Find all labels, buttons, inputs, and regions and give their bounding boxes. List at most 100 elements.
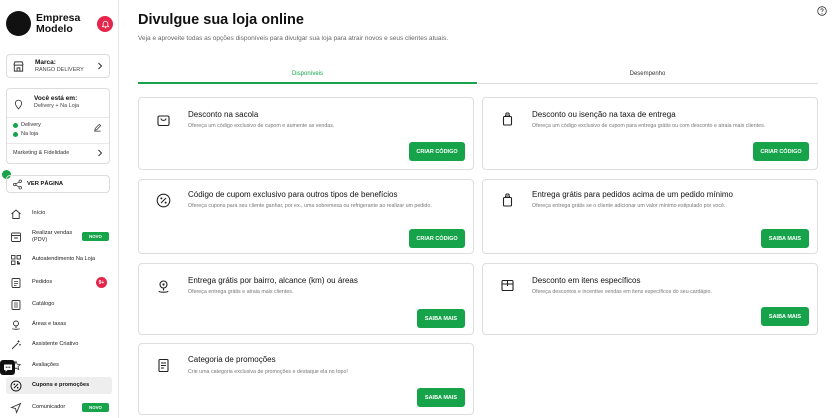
promo-desc: Ofereça um código exclusivo de cupom e a… — [188, 123, 335, 129]
location-icon — [14, 99, 23, 110]
store-selector[interactable]: Marca: RANGO DELIVERY — [6, 54, 110, 78]
promo-card-itens-especificos: Desconto em itens específicos Ofereça de… — [482, 263, 818, 335]
location-label: Você está em: — [34, 95, 78, 102]
nav-item-cupons[interactable]: Cupons e promoções — [6, 377, 112, 394]
marketing-link[interactable]: Marketing & Fidelidade — [13, 150, 69, 156]
nav-label: Autoatendimento Na Loja — [32, 256, 96, 263]
notification-bell-icon[interactable] — [97, 16, 113, 32]
nav-item-avaliacoes[interactable]: Avaliações — [6, 357, 112, 374]
page-title: Divulgue sua loja online — [138, 12, 304, 28]
brand-name: Empresa Modelo — [36, 12, 81, 35]
create-code-button[interactable]: CRIAR CÓDIGO — [409, 229, 465, 248]
nav-item-areas[interactable]: Áreas e taxas — [6, 316, 112, 333]
status-dot — [13, 131, 18, 137]
nav-label: Realizar vendas (PDV) — [32, 230, 73, 243]
percent-badge-icon — [156, 193, 171, 208]
promo-desc: Ofereça um código exclusivo de cupom par… — [532, 123, 766, 129]
help-icon[interactable] — [817, 6, 827, 16]
percent-icon — [10, 380, 22, 391]
promo-title: Código de cupom exclusivo para outros ti… — [188, 190, 398, 199]
nav-label: Avaliações — [32, 362, 59, 369]
store-icon — [13, 61, 24, 72]
learn-more-button[interactable]: SAIBA MAIS — [761, 307, 809, 326]
nav-item-assistente[interactable]: Assistente Criativo — [6, 336, 112, 353]
pencil-icon[interactable] — [93, 123, 102, 132]
nav-label: Catálogo — [32, 301, 55, 308]
promo-card-cupom-exclusivo: Código de cupom exclusivo para outros ti… — [138, 179, 474, 254]
brand-logo — [6, 11, 31, 36]
tab-desempenho[interactable]: Desempenho — [478, 66, 817, 84]
chevron-right-icon — [98, 62, 103, 70]
orders-icon — [11, 277, 21, 288]
orders-count-badge: 9+ — [96, 277, 107, 288]
chevron-right-icon — [98, 149, 103, 157]
magic-wand-icon — [11, 340, 21, 349]
divider — [7, 117, 109, 118]
store-label: Marca: — [35, 59, 56, 66]
nav-label: Início — [32, 210, 46, 217]
learn-more-button[interactable]: SAIBA MAIS — [761, 229, 809, 248]
delivery-bag-icon — [502, 112, 513, 126]
promo-title: Entrega grátis para pedidos acima de um … — [532, 190, 733, 199]
nav-label: Comunicador — [32, 404, 66, 411]
status-label: Delivery — [21, 122, 41, 128]
nav-label: Cupons e promoções — [32, 382, 90, 389]
new-badge: NOVO — [82, 403, 109, 412]
shopping-bag-icon — [157, 115, 170, 127]
location-value: Delivery + Na Loja — [34, 103, 80, 109]
nav-label: Pedidos — [32, 279, 53, 286]
view-page-label: VER PÁGINA — [27, 181, 64, 187]
promo-card-pedido-minimo: Entrega grátis para pedidos acima de um … — [482, 179, 818, 254]
promo-title: Categoria de promoções — [188, 355, 276, 364]
nav-item-autoatendimento[interactable]: Autoatendimento Na Loja — [6, 251, 112, 268]
create-code-button[interactable]: CRIAR CÓDIGO — [753, 142, 809, 161]
tab-underline — [478, 83, 818, 84]
store-value: RANGO DELIVERY — [35, 67, 84, 73]
nav-item-inicio[interactable]: Início — [6, 205, 112, 222]
promo-desc: Ofereça entrega grátis e atraia mais cli… — [188, 289, 294, 295]
status-dot — [13, 122, 18, 128]
promo-card-entrega-bairro: Entrega grátis por bairro, alcance (km) … — [138, 263, 474, 335]
home-icon — [11, 208, 21, 219]
qr-icon — [11, 254, 21, 265]
promo-title: Desconto ou isenção na taxa de entrega — [532, 110, 676, 119]
share-icon — [13, 179, 22, 190]
status-delivery: Delivery — [13, 122, 41, 128]
map-pin-icon — [12, 320, 20, 330]
promo-card-categoria-promocoes: Categoria de promoções Crie uma categori… — [138, 343, 474, 415]
nav-label: Assistente Criativo — [32, 341, 79, 348]
box-icon — [501, 279, 514, 292]
brand: Empresa Modelo — [6, 10, 114, 40]
nav-item-catalogo[interactable]: Catálogo — [6, 296, 112, 313]
view-page-button[interactable]: VER PÁGINA — [6, 175, 110, 193]
divider — [7, 143, 109, 144]
location-card: Você está em: Delivery + Na Loja Deliver… — [6, 88, 110, 164]
promo-desc: Ofereça descontos e incentive vendas em … — [532, 289, 712, 295]
promo-title: Desconto em itens específicos — [532, 276, 641, 285]
promo-desc: Ofereça cupons para seu cliente ganhar, … — [188, 203, 432, 209]
chat-support-icon[interactable] — [0, 360, 15, 375]
promo-title: Entrega grátis por bairro, alcance (km) … — [188, 276, 358, 285]
send-icon — [10, 402, 22, 414]
create-code-button[interactable]: CRIAR CÓDIGO — [409, 142, 465, 161]
nav-item-comunicador[interactable]: Comunicador NOVO — [6, 399, 112, 416]
pos-icon — [11, 232, 21, 242]
document-list-icon — [158, 358, 169, 373]
delivery-bag-icon — [502, 193, 513, 207]
learn-more-button[interactable]: SAIBA MAIS — [417, 388, 465, 407]
nav-label: Áreas e taxas — [32, 321, 67, 328]
promo-desc: Ofereça entrega grátis se o cliente adic… — [532, 203, 726, 209]
nav-item-pdv[interactable]: Realizar vendas (PDV) NOVO — [6, 228, 112, 245]
status-label: Na loja — [21, 131, 39, 137]
sidebar: Empresa Modelo Marca: RANGO DELIVERY Voc… — [0, 0, 119, 418]
promo-card-taxa-entrega: Desconto ou isenção na taxa de entrega O… — [482, 97, 818, 170]
page-subtitle: Veja e aproveite todas as opções disponí… — [138, 35, 449, 42]
map-pin-icon — [158, 280, 169, 293]
new-badge: NOVO — [82, 232, 109, 241]
learn-more-button[interactable]: SAIBA MAIS — [417, 309, 465, 328]
nav-item-pedidos[interactable]: Pedidos 9+ — [6, 274, 112, 291]
status-na-loja: Na loja — [13, 131, 38, 137]
promo-title: Desconto na sacola — [188, 110, 259, 119]
promo-card-desconto-sacola: Desconto na sacola Ofereça um código exc… — [138, 97, 474, 170]
tab-disponiveis[interactable]: Disponíveis — [138, 66, 477, 84]
